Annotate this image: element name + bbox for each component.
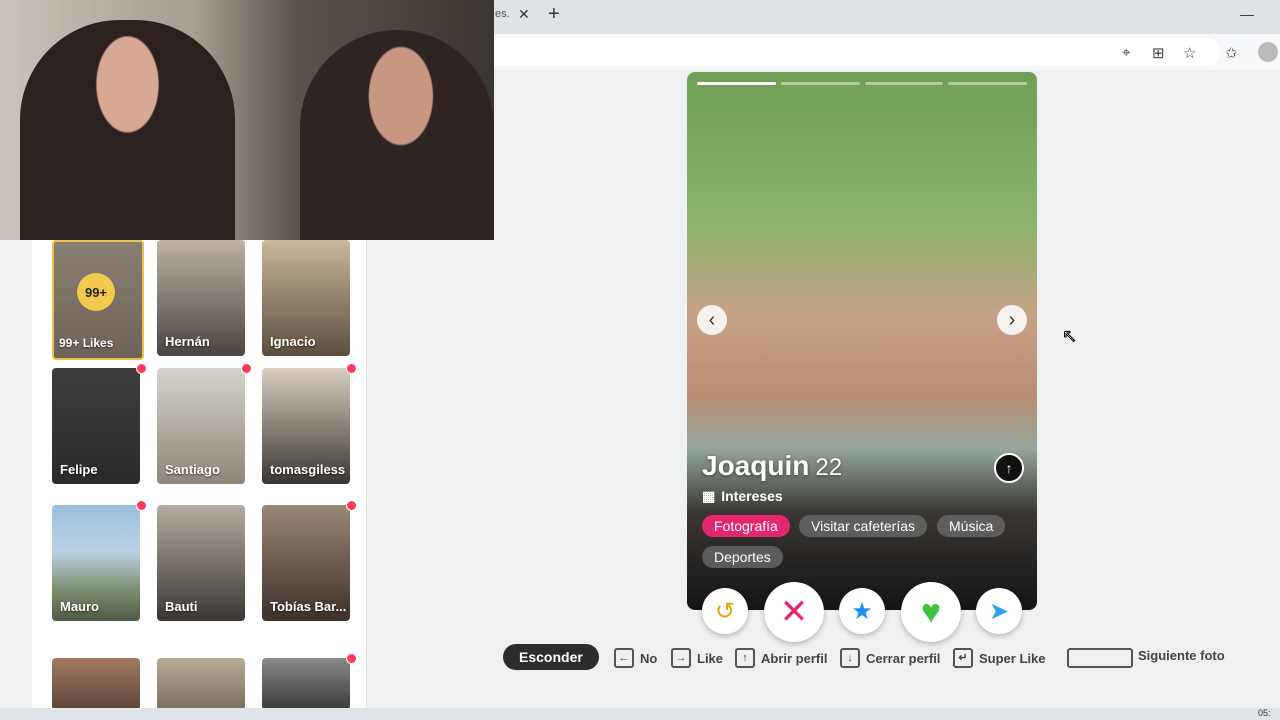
match-name: Felipe	[60, 462, 98, 477]
boost-button[interactable]: ➤	[976, 588, 1022, 634]
super-like-button[interactable]: ★	[839, 588, 885, 634]
new-match-dot	[136, 500, 147, 511]
match-name: Hernán	[165, 334, 210, 349]
match-name: Santiago	[165, 462, 220, 477]
match-name: Mauro	[60, 599, 99, 614]
interest-chip: Fotografía	[702, 515, 790, 537]
mouse-cursor-icon: ↖	[1061, 326, 1078, 347]
likes-count-badge: 99+	[77, 273, 115, 311]
close-icon[interactable]: ✕	[518, 6, 530, 23]
shortcut-like-label: Like	[697, 650, 724, 666]
tab-title[interactable]: es.	[495, 8, 510, 20]
match-name: Bauti	[165, 599, 198, 614]
photo-progress-segment	[780, 82, 860, 85]
interest-chip: Deportes	[702, 546, 783, 568]
super-like-icon: ★	[851, 597, 873, 625]
shortcut-next-photo-label: Siguiente foto	[1138, 648, 1225, 663]
taskbar-clock: 05:	[1258, 708, 1271, 718]
hide-shortcuts-button[interactable]: Esconder	[503, 644, 599, 670]
up-key-icon: ↑	[735, 648, 755, 668]
enter-key-icon: ↵	[953, 648, 973, 668]
shortcut-close-profile: ↓ Cerrar perfil	[840, 648, 940, 668]
shortcut-like: → Like	[671, 648, 723, 668]
minimize-icon[interactable]: —	[1240, 6, 1254, 22]
right-key-icon: →	[671, 648, 691, 668]
photo-progress-segment	[948, 82, 1027, 85]
interests-heading: ▦ Intereses	[702, 488, 783, 505]
previous-photo-button[interactable]: ‹	[697, 305, 727, 335]
interests-label: Intereses	[721, 488, 783, 504]
new-match-dot	[346, 363, 357, 374]
new-match-dot	[346, 500, 357, 511]
match-card[interactable]	[157, 658, 245, 710]
match-name: tomasgiless	[270, 462, 346, 477]
profile-name-text: Joaquin	[702, 450, 810, 481]
match-card[interactable]: Tobías Bar...	[262, 505, 350, 621]
match-card[interactable]: Santiago	[157, 368, 245, 484]
profile-age: 22	[815, 454, 843, 481]
interest-chip: Visitar cafeterías	[799, 515, 928, 537]
profile-name: Joaquin 22	[702, 450, 842, 482]
taskbar	[0, 708, 1280, 720]
apps-icon[interactable]: ⊞	[1152, 44, 1165, 62]
matches-panel: 99+ 99+ Likes Hernán Ignacio Felipe Sant…	[32, 240, 367, 710]
photo-progress-segment	[697, 82, 776, 85]
like-button[interactable]: ♥	[901, 582, 961, 642]
shortcut-super-like: ↵ Super Like	[953, 648, 1045, 668]
rewind-button[interactable]: ↺	[702, 588, 748, 634]
photo-progress	[697, 82, 1027, 86]
address-bar[interactable]	[470, 38, 1220, 66]
new-match-dot	[136, 363, 147, 374]
favorites-icon[interactable]: ✩	[1225, 44, 1238, 62]
match-name: Tobías Bar...	[270, 599, 347, 614]
open-profile-button[interactable]: ↑	[994, 453, 1024, 483]
match-name: Ignacio	[270, 334, 316, 349]
next-photo-button[interactable]: ›	[997, 305, 1027, 335]
shortcut-no-label: No	[640, 650, 658, 666]
shortcut-open-profile: ↑ Abrir perfil	[735, 648, 827, 668]
likes-label: 99+ Likes	[59, 336, 114, 350]
nope-button[interactable]: ✕	[764, 582, 824, 642]
likes-card[interactable]: 99+ 99+ Likes	[52, 240, 144, 360]
down-key-icon: ↓	[840, 648, 860, 668]
rewind-icon: ↺	[714, 597, 736, 625]
location-icon[interactable]: ⌖	[1122, 44, 1130, 61]
match-card[interactable]: tomasgiless	[262, 368, 350, 484]
shortcut-super-like-label: Super Like	[979, 650, 1046, 666]
interest-chip: Música	[937, 515, 1006, 537]
match-card[interactable]: Bauti	[157, 505, 245, 621]
profile-avatar[interactable]	[1258, 42, 1278, 62]
nope-icon: ✕	[779, 593, 809, 631]
photo-progress-segment	[864, 82, 944, 85]
star-icon[interactable]: ☆	[1183, 44, 1196, 62]
new-match-dot	[241, 363, 252, 374]
match-card[interactable]: Mauro	[52, 505, 140, 621]
webcam-person	[300, 30, 494, 240]
space-key-icon	[1067, 648, 1133, 668]
boost-icon: ➤	[988, 597, 1010, 625]
match-card[interactable]	[262, 658, 350, 710]
match-card[interactable]	[52, 658, 140, 710]
shortcut-next-photo: Siguiente foto	[1138, 648, 1225, 663]
match-card[interactable]: Hernán	[157, 240, 245, 356]
new-tab-icon[interactable]: +	[548, 3, 560, 26]
like-icon: ♥	[920, 592, 942, 631]
interests-icon: ▦	[702, 488, 716, 504]
left-key-icon: ←	[614, 648, 634, 668]
new-match-dot	[346, 653, 357, 664]
match-card[interactable]: Felipe	[52, 368, 140, 484]
shortcut-open-profile-label: Abrir perfil	[761, 650, 828, 666]
shortcut-close-profile-label: Cerrar perfil	[866, 650, 941, 666]
shortcut-no: ← No	[614, 648, 657, 668]
webcam-person	[20, 20, 235, 240]
match-card[interactable]: Ignacio	[262, 240, 350, 356]
webcam-overlay	[0, 0, 494, 240]
